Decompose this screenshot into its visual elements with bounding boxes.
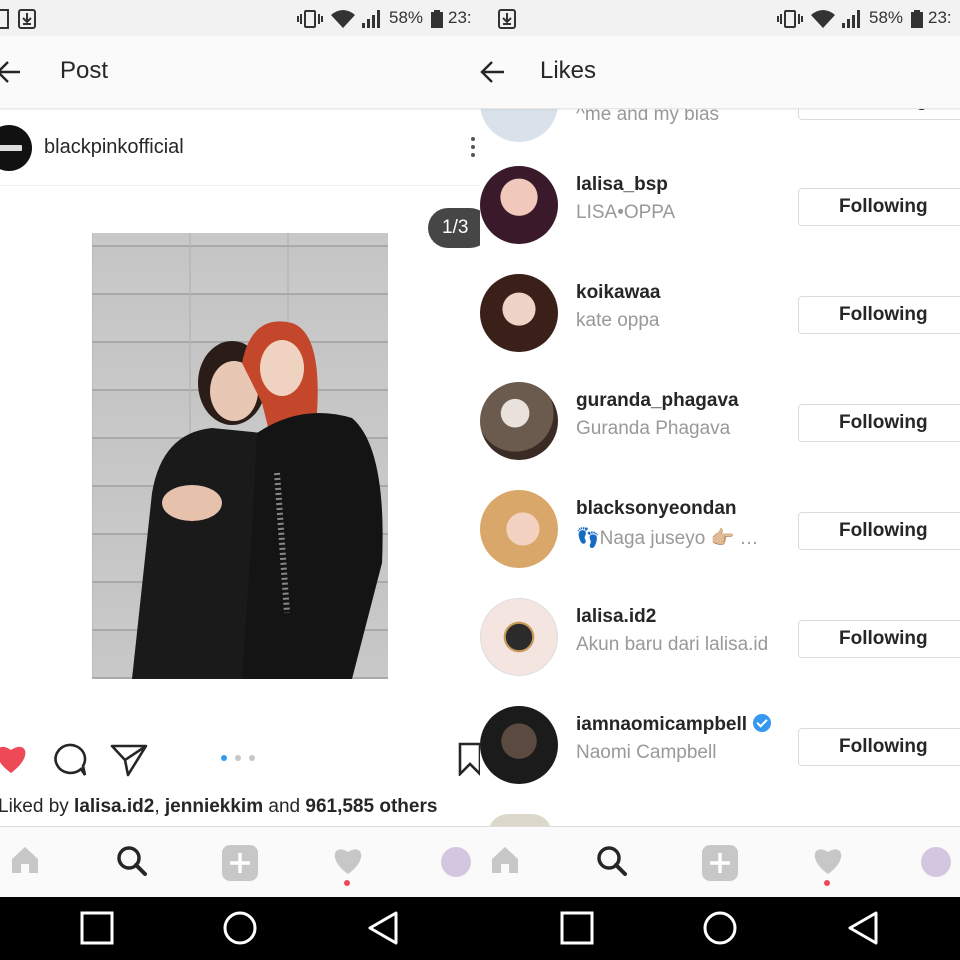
- recents-square-icon[interactable]: [560, 911, 594, 945]
- sim-card-icon: [0, 9, 9, 29]
- following-button[interactable]: Following: [798, 512, 960, 550]
- bottom-nav: [480, 826, 960, 897]
- wifi-icon: [811, 10, 835, 28]
- battery-percent: 58%: [869, 8, 904, 27]
- notification-dot: [824, 880, 830, 886]
- liker-avatar[interactable]: [480, 706, 558, 784]
- wifi-icon: [331, 10, 355, 28]
- profile-avatar[interactable]: [921, 847, 951, 877]
- back-arrow-icon[interactable]: [0, 60, 22, 84]
- liker-row[interactable]: koikawaa kate oppa Following: [480, 274, 960, 382]
- system-nav-bar: [0, 897, 960, 960]
- liker-avatar[interactable]: [480, 274, 558, 352]
- status-bar: 58% 23:: [0, 0, 480, 36]
- more-options-icon[interactable]: [471, 137, 475, 161]
- liker-fullname: Naomi Campbell: [576, 742, 717, 763]
- liker-fullname: 👣Naga juseyo 👉🏼 …: [576, 528, 759, 549]
- page-title: Likes: [540, 57, 597, 84]
- liker-row[interactable]: guranda_phagava Guranda Phagava Followin…: [480, 382, 960, 490]
- post-photo-figures: [92, 233, 383, 679]
- liker-avatar[interactable]: [480, 166, 558, 244]
- battery-percent: 58%: [389, 8, 424, 27]
- home-circle-icon[interactable]: [222, 910, 258, 946]
- post-app-bar: Post: [0, 36, 480, 109]
- clock: 23:: [928, 8, 952, 27]
- comment-icon[interactable]: [50, 742, 88, 778]
- liker-row[interactable]: iamnaomicampbell Naomi Campbell Followin…: [480, 706, 960, 814]
- battery-icon: [911, 10, 923, 28]
- liker-fullname: Akun baru dari lalisa.id: [576, 634, 769, 655]
- liker-link[interactable]: jenniekkim: [165, 796, 263, 817]
- status-bar: 58% 23:: [480, 0, 960, 36]
- verified-badge-icon: [753, 714, 772, 732]
- following-button[interactable]: Following: [798, 728, 960, 766]
- liker-fullname: LISA•OPPA: [576, 202, 676, 223]
- signal-icon: [842, 10, 860, 28]
- post-photo[interactable]: [92, 233, 388, 679]
- vibrate-icon: [297, 10, 323, 28]
- liker-row[interactable]: lalisa_bsp LISA•OPPA Following: [480, 166, 960, 274]
- home-icon[interactable]: [490, 845, 520, 875]
- notification-dot: [344, 880, 350, 886]
- search-icon[interactable]: [596, 845, 628, 877]
- add-post-icon[interactable]: [222, 845, 258, 881]
- like-heart-icon[interactable]: [0, 742, 28, 774]
- back-triangle-icon[interactable]: [846, 910, 880, 946]
- following-button[interactable]: Following: [798, 620, 960, 658]
- liker-username[interactable]: lalisa.id2: [576, 606, 656, 628]
- liker-row[interactable]: blacksonyeondan 👣Naga juseyo 👉🏼 … Follow…: [480, 490, 960, 598]
- liker-username[interactable]: blacksonyeondan: [576, 498, 737, 520]
- download-icon: [18, 9, 36, 29]
- vibrate-icon: [777, 10, 803, 28]
- download-icon: [498, 9, 516, 29]
- profile-avatar[interactable]: [441, 847, 471, 877]
- bottom-nav: [0, 826, 480, 897]
- activity-heart-icon[interactable]: [812, 845, 844, 875]
- bookmark-icon[interactable]: [458, 742, 480, 776]
- post-screen: 58% 23: Post blackpinkofficial 1/3 Liked…: [0, 0, 480, 897]
- liker-username[interactable]: iamnaomicampbell: [576, 714, 747, 735]
- following-button[interactable]: Following: [798, 404, 960, 442]
- home-icon[interactable]: [10, 845, 40, 875]
- liker-username[interactable]: guranda_phagava: [576, 390, 739, 412]
- battery-icon: [431, 10, 443, 28]
- likes-screen: 58% 23: Likes ^me and my bias Following …: [480, 0, 960, 897]
- recents-square-icon[interactable]: [80, 911, 114, 945]
- search-icon[interactable]: [116, 845, 148, 877]
- likes-others-link[interactable]: 961,585 others: [305, 796, 437, 817]
- liker-username[interactable]: koikawaa: [576, 282, 661, 304]
- signal-icon: [362, 10, 380, 28]
- liker-avatar[interactable]: [480, 598, 558, 676]
- post-author-avatar[interactable]: [0, 125, 32, 171]
- liker-username[interactable]: lalisa_bsp: [576, 174, 668, 196]
- divider: [0, 185, 480, 186]
- add-post-icon[interactable]: [702, 845, 738, 881]
- liker-fullname: kate oppa: [576, 310, 660, 331]
- likes-summary: Liked by lalisa.id2, jenniekkim and 961,…: [0, 796, 437, 818]
- back-triangle-icon[interactable]: [366, 910, 400, 946]
- home-circle-icon[interactable]: [702, 910, 738, 946]
- liker-link[interactable]: lalisa.id2: [74, 796, 154, 817]
- liker-username-wrap[interactable]: iamnaomicampbell: [576, 714, 772, 736]
- post-author-username[interactable]: blackpinkofficial: [44, 136, 184, 159]
- likes-separator: ,: [154, 796, 165, 817]
- back-arrow-icon[interactable]: [480, 60, 506, 84]
- following-button[interactable]: Following: [798, 188, 960, 226]
- likes-app-bar: Likes: [480, 36, 960, 109]
- share-direct-icon[interactable]: [110, 742, 148, 778]
- likes-and: and: [263, 796, 306, 817]
- liker-row[interactable]: lalisa.id2 Akun baru dari lalisa.id Foll…: [480, 598, 960, 706]
- page-title: Post: [60, 57, 109, 84]
- liker-avatar[interactable]: [480, 382, 558, 460]
- following-button[interactable]: Following: [798, 296, 960, 334]
- activity-heart-icon[interactable]: [332, 845, 364, 875]
- likes-prefix: Liked by: [0, 796, 75, 817]
- photo-counter: 1/3: [428, 208, 480, 248]
- carousel-dots: [221, 755, 261, 763]
- liker-fullname: Guranda Phagava: [576, 418, 731, 439]
- liker-avatar[interactable]: [480, 490, 558, 568]
- clock: 23:: [448, 8, 472, 27]
